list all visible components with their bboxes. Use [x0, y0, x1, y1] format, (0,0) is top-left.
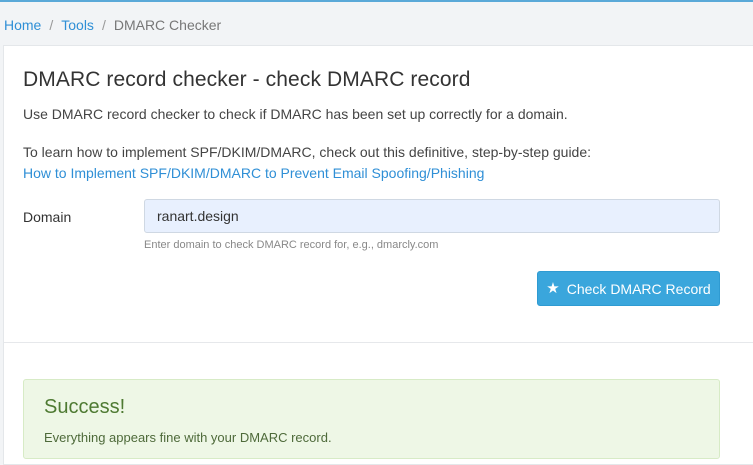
page-description: Use DMARC record checker to check if DMA… [23, 106, 568, 122]
top-accent-line [0, 0, 753, 2]
domain-help-text: Enter domain to check DMARC record for, … [144, 239, 439, 251]
checker-card: DMARC record checker - check DMARC recor… [3, 45, 753, 465]
check-button-label: Check DMARC Record [566, 280, 711, 297]
learn-text: To learn how to implement SPF/DKIM/DMARC… [23, 144, 592, 160]
check-dmarc-record-button[interactable]: ★ Check DMARC Record [537, 271, 720, 306]
breadcrumb: Home / Tools / DMARC Checker [4, 15, 221, 35]
star-icon: ★ [546, 280, 560, 297]
alert-message: Everything appears fine with your DMARC … [44, 430, 332, 445]
breadcrumb-separator: / [49, 17, 54, 33]
success-alert: Success! Everything appears fine with yo… [23, 379, 720, 459]
breadcrumb-home-link[interactable]: Home [4, 17, 41, 33]
breadcrumb-tools-link[interactable]: Tools [61, 17, 94, 33]
domain-label: Domain [23, 209, 72, 225]
section-divider [4, 342, 753, 343]
domain-input[interactable] [144, 199, 720, 233]
guide-link[interactable]: How to Implement SPF/DKIM/DMARC to Preve… [23, 165, 484, 181]
breadcrumb-current: DMARC Checker [113, 17, 222, 33]
alert-title: Success! [44, 396, 126, 418]
breadcrumb-separator: / [101, 17, 106, 33]
page-title: DMARC record checker - check DMARC recor… [23, 68, 471, 91]
